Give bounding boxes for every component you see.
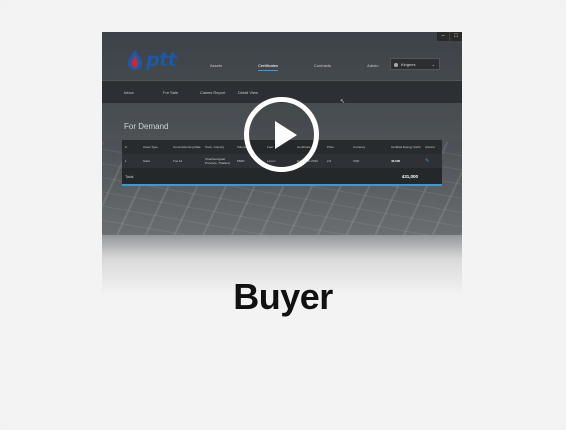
table-cell: 2.0: [327, 159, 332, 163]
minimize-icon: –: [437, 32, 449, 41]
nav-item-contracts: Contracts: [314, 63, 332, 68]
table-cell: Chachoengsao Province, Thailand: [205, 157, 230, 165]
user-menu: Kingnes ⌄: [390, 58, 440, 70]
table-header-cell: Commissioning Date: [173, 145, 201, 149]
table-footer-label: Total: [125, 173, 134, 179]
table-cell: USD: [353, 159, 360, 163]
table-cell: Solar: [143, 159, 151, 163]
nav-item-admin: Admin: [367, 63, 379, 68]
video-card: – □ ptt Assets Certificates Contracts Ad…: [0, 0, 566, 430]
play-button[interactable]: [244, 97, 319, 172]
table-header-cell: Currency: [353, 145, 366, 149]
table-header-cell: #: [125, 145, 127, 149]
logo-text: ptt: [146, 49, 177, 71]
subnav-item-for-sale: For Sale: [163, 90, 179, 95]
table-footer-spacer: [422, 168, 442, 184]
chevron-down-icon: ⌄: [431, 62, 435, 67]
top-nav: Assets Certificates Contracts Admin: [210, 63, 415, 71]
page-title: For Demand: [124, 122, 169, 131]
user-name: Kingnes: [401, 62, 416, 67]
edit-icon[interactable]: ✎: [422, 154, 442, 168]
table-cell: 40,000: [391, 159, 401, 163]
nav-item-assets: Assets: [210, 63, 223, 68]
table-header-cell: Certified Energy (kwh): [391, 145, 421, 149]
app-header: ptt Assets Certificates Contracts Admin …: [102, 41, 462, 81]
play-icon: [275, 121, 297, 149]
video-caption: Buyer: [233, 276, 333, 317]
table-footer-total: 431,000: [401, 173, 418, 179]
maximize-icon: □: [450, 32, 462, 41]
table-header-cell: Town, Country: [205, 145, 225, 149]
table-header-cell: Actions: [425, 145, 435, 149]
window-controls: – □: [436, 32, 462, 41]
table-header-cell: Price: [327, 145, 334, 149]
cursor-icon: ↖: [340, 99, 346, 105]
user-avatar-icon: [394, 63, 398, 67]
table-header-cell: Asset Type: [143, 145, 158, 149]
subnav-item-detail-view: Detail View: [238, 90, 258, 95]
table-cell: 1: [125, 159, 127, 163]
ptt-logo: ptt: [126, 49, 177, 71]
video-thumbnail[interactable]: – □ ptt Assets Certificates Contracts Ad…: [102, 32, 462, 235]
table-cell: Tue 14: [173, 159, 183, 163]
nav-item-certificates: Certificates: [258, 63, 279, 71]
subnav-item-claims-report: Claims Report: [200, 90, 226, 95]
ptt-logo-icon: [128, 50, 142, 70]
subnav-item-inbox: Inbox: [124, 90, 134, 95]
